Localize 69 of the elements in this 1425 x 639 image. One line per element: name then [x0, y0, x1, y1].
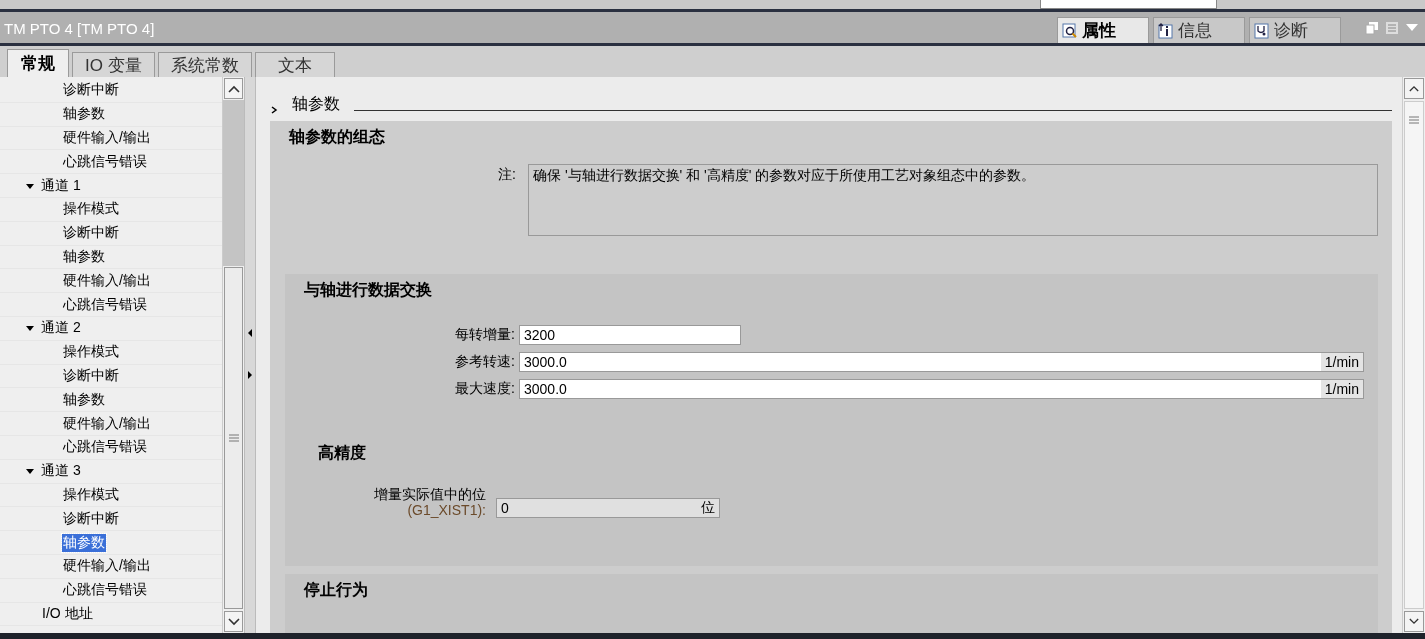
subsection-title: 高精度	[318, 443, 367, 463]
input-field[interactable]: 3200	[519, 325, 741, 345]
tree-item[interactable]: 诊断中断	[62, 366, 120, 385]
subsection-title: 停止行为	[304, 580, 369, 600]
float-window-icon[interactable]	[1365, 21, 1379, 35]
scroll-thumb[interactable]	[224, 267, 243, 609]
up-chevron-icon	[1409, 85, 1419, 92]
note-box: 确保 '与轴进行数据交换' 和 '高精度' 的参数对应于所使用工艺对象组态中的参数。	[528, 164, 1378, 236]
tree-item[interactable]: 硬件输入/输出	[62, 557, 152, 576]
tree-item[interactable]: 轴参数	[62, 247, 106, 266]
tree-item[interactable]: 轴参数	[62, 533, 106, 552]
chevron-icon	[270, 105, 278, 115]
tree-item[interactable]: 心跳信号错误	[62, 438, 148, 457]
tab[interactable]: 常规	[7, 49, 69, 77]
scrollbar[interactable]	[1402, 77, 1425, 633]
tree-item[interactable]: 硬件输入/输出	[62, 271, 152, 290]
unit-label: 1/min	[1320, 353, 1363, 371]
stethoscope-icon	[1254, 22, 1270, 39]
grip-icon	[1409, 116, 1419, 124]
tab[interactable]: 系统常数	[157, 52, 252, 77]
field-label: 增量实际值中的位	[374, 486, 486, 502]
scroll-down-button[interactable]	[224, 611, 243, 632]
tab[interactable]: IO 变量	[72, 52, 155, 77]
tree-item[interactable]: 心跳信号错误	[62, 581, 148, 600]
tree-item[interactable]: 轴参数	[62, 390, 106, 409]
tree-item[interactable]: 通道 2	[41, 319, 81, 338]
scroll-thumb[interactable]	[1404, 101, 1424, 609]
tree-item[interactable]: 操作模式	[62, 200, 120, 219]
tree-item[interactable]: 诊断中断	[62, 81, 120, 100]
tree-item[interactable]: 通道 1	[41, 176, 81, 195]
inspector-tab[interactable]: 信息	[1153, 17, 1245, 43]
field-sublabel: (G1_XIST1):	[407, 502, 486, 518]
tree-item[interactable]: 诊断中断	[62, 224, 120, 243]
scroll-up-button[interactable]	[224, 78, 243, 99]
tree-item[interactable]: 心跳信号错误	[62, 152, 148, 171]
subsection-title: 与轴进行数据交换	[304, 280, 433, 300]
scrollbar[interactable]	[222, 77, 244, 633]
tree-item[interactable]: 诊断中断	[62, 509, 120, 528]
tree-item[interactable]: 轴参数	[62, 105, 106, 124]
down-chevron-icon	[1409, 618, 1419, 625]
tree-item[interactable]: 心跳信号错误	[62, 295, 148, 314]
tree-item[interactable]: 操作模式	[62, 485, 120, 504]
info-icon	[1158, 22, 1174, 39]
field-label: 最大速度:	[454, 380, 515, 398]
up-chevron-icon	[227, 84, 240, 93]
input-field[interactable]: 3000.0 1/min	[519, 352, 1364, 372]
unit-label: 位	[700, 499, 716, 517]
tree-item[interactable]: 通道 3	[41, 462, 81, 481]
field-label: 参考转速:	[454, 353, 515, 371]
down-chevron-icon	[227, 617, 240, 626]
inspector-tab[interactable]: 属性	[1057, 17, 1149, 43]
section-title: 轴参数的组态	[288, 127, 386, 147]
field-label: 每转增量:	[454, 326, 515, 344]
inspector-tab[interactable]: 诊断	[1249, 17, 1341, 43]
tree-item[interactable]: 硬件输入/输出	[62, 414, 152, 433]
input-field[interactable]: 3000.0 1/min	[519, 379, 1364, 399]
grip-icon	[228, 434, 239, 442]
expand-right-icon[interactable]	[247, 369, 253, 381]
tree-item[interactable]: 硬件输入/输出	[62, 129, 152, 147]
magnifier-icon	[1062, 22, 1078, 39]
tab[interactable]: 文本	[254, 52, 335, 77]
note-label: 注:	[498, 165, 516, 184]
unit-label: 1/min	[1320, 380, 1363, 398]
window-title: TM PTO 4 [TM PTO 4]	[3, 20, 156, 39]
dropdown-caret-icon[interactable]	[1405, 23, 1419, 33]
section-heading: 轴参数	[292, 94, 340, 114]
tree-item[interactable]: 操作模式	[62, 343, 120, 362]
tree-item[interactable]: I/O 地址	[42, 604, 93, 623]
collapse-left-icon[interactable]	[247, 327, 253, 339]
